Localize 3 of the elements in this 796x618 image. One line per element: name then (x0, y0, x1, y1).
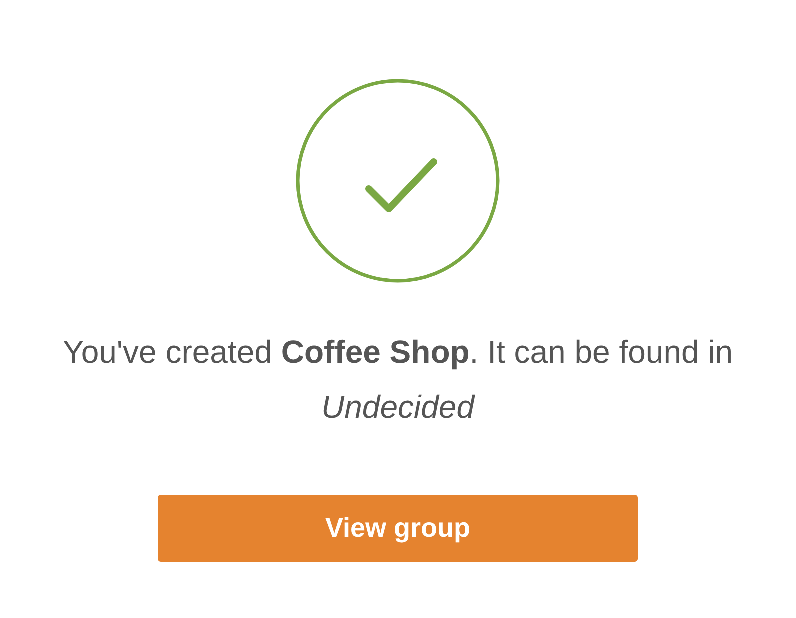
confirmation-message: You've created Coffee Shop. It can be found in Undecided (62, 333, 734, 427)
view-group-button[interactable]: View group (158, 495, 638, 562)
checkmark-circle-icon (296, 79, 500, 283)
